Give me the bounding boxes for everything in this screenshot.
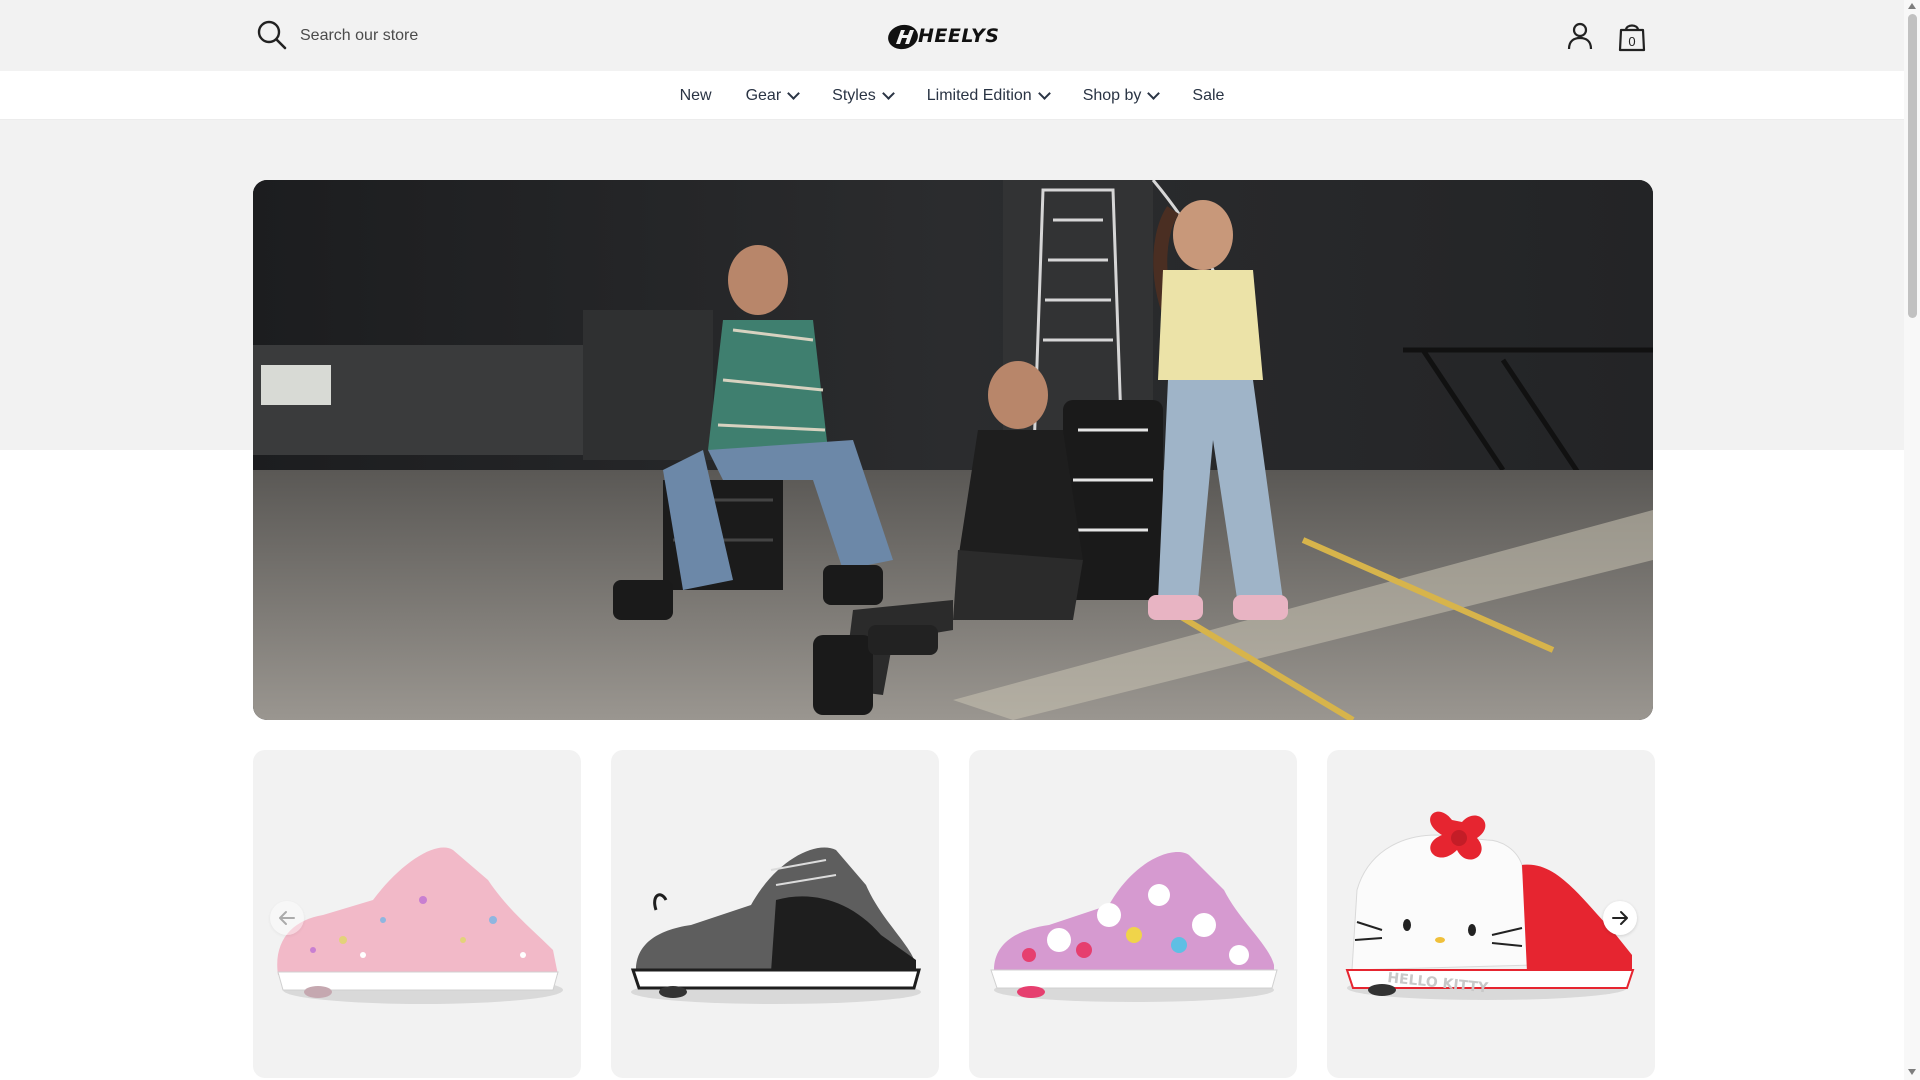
arrow-left-icon: [279, 911, 295, 925]
chevron-down-icon: [1037, 86, 1051, 100]
nav-label: Styles: [832, 86, 876, 104]
nav-item-shop-by[interactable]: Shop by: [1082, 86, 1161, 105]
product-card[interactable]: [611, 750, 939, 1078]
chevron-down-icon: [881, 86, 895, 100]
nav-item-styles[interactable]: Styles: [832, 86, 895, 105]
account-button[interactable]: [1564, 20, 1596, 52]
nav-label: Gear: [745, 86, 782, 104]
cart-button[interactable]: 0: [1614, 18, 1650, 54]
nav-label: Sale: [1192, 86, 1225, 104]
nav-label: Limited Edition: [926, 86, 1032, 104]
account-icon: [1567, 22, 1593, 50]
scroll-thumb[interactable]: [1908, 14, 1917, 318]
search-icon: [257, 20, 287, 50]
hero-image: [253, 180, 1653, 720]
main-nav: New Gear Styles Limited Edition Shop by …: [0, 71, 1904, 120]
header-bar: HEELYS 0: [0, 0, 1904, 71]
page-scrollbar[interactable]: [1904, 0, 1920, 1080]
arrow-right-icon: [1612, 911, 1628, 925]
product-card[interactable]: [969, 750, 1297, 1078]
heelys-logo-icon: [888, 24, 918, 50]
cart-count: 0: [1628, 34, 1636, 49]
carousel-prev-button[interactable]: [270, 901, 304, 935]
nav-item-new[interactable]: New: [680, 87, 712, 105]
nav-item-gear[interactable]: Gear: [745, 86, 801, 105]
nav-label: Shop by: [1082, 86, 1142, 104]
hero-banner[interactable]: [253, 180, 1653, 720]
search-button[interactable]: [256, 18, 288, 52]
scroll-down-arrow-icon[interactable]: [1908, 1069, 1916, 1075]
product-image: [990, 852, 1278, 1002]
search-input[interactable]: [300, 21, 600, 51]
nav-list: New Gear Styles Limited Edition Shop by …: [0, 71, 1904, 120]
logo-text: HEELYS: [918, 25, 1000, 47]
product-image: [630, 847, 921, 1004]
chevron-down-icon: [787, 86, 801, 100]
chevron-down-icon: [1147, 86, 1161, 100]
nav-label: New: [679, 86, 712, 104]
heelys-logo[interactable]: HEELYS: [886, 22, 1020, 52]
nav-item-limited-edition[interactable]: Limited Edition: [926, 86, 1051, 105]
scroll-up-arrow-icon[interactable]: [1908, 3, 1916, 9]
nav-item-sale[interactable]: Sale: [1192, 87, 1224, 105]
carousel-next-button[interactable]: [1603, 901, 1637, 935]
